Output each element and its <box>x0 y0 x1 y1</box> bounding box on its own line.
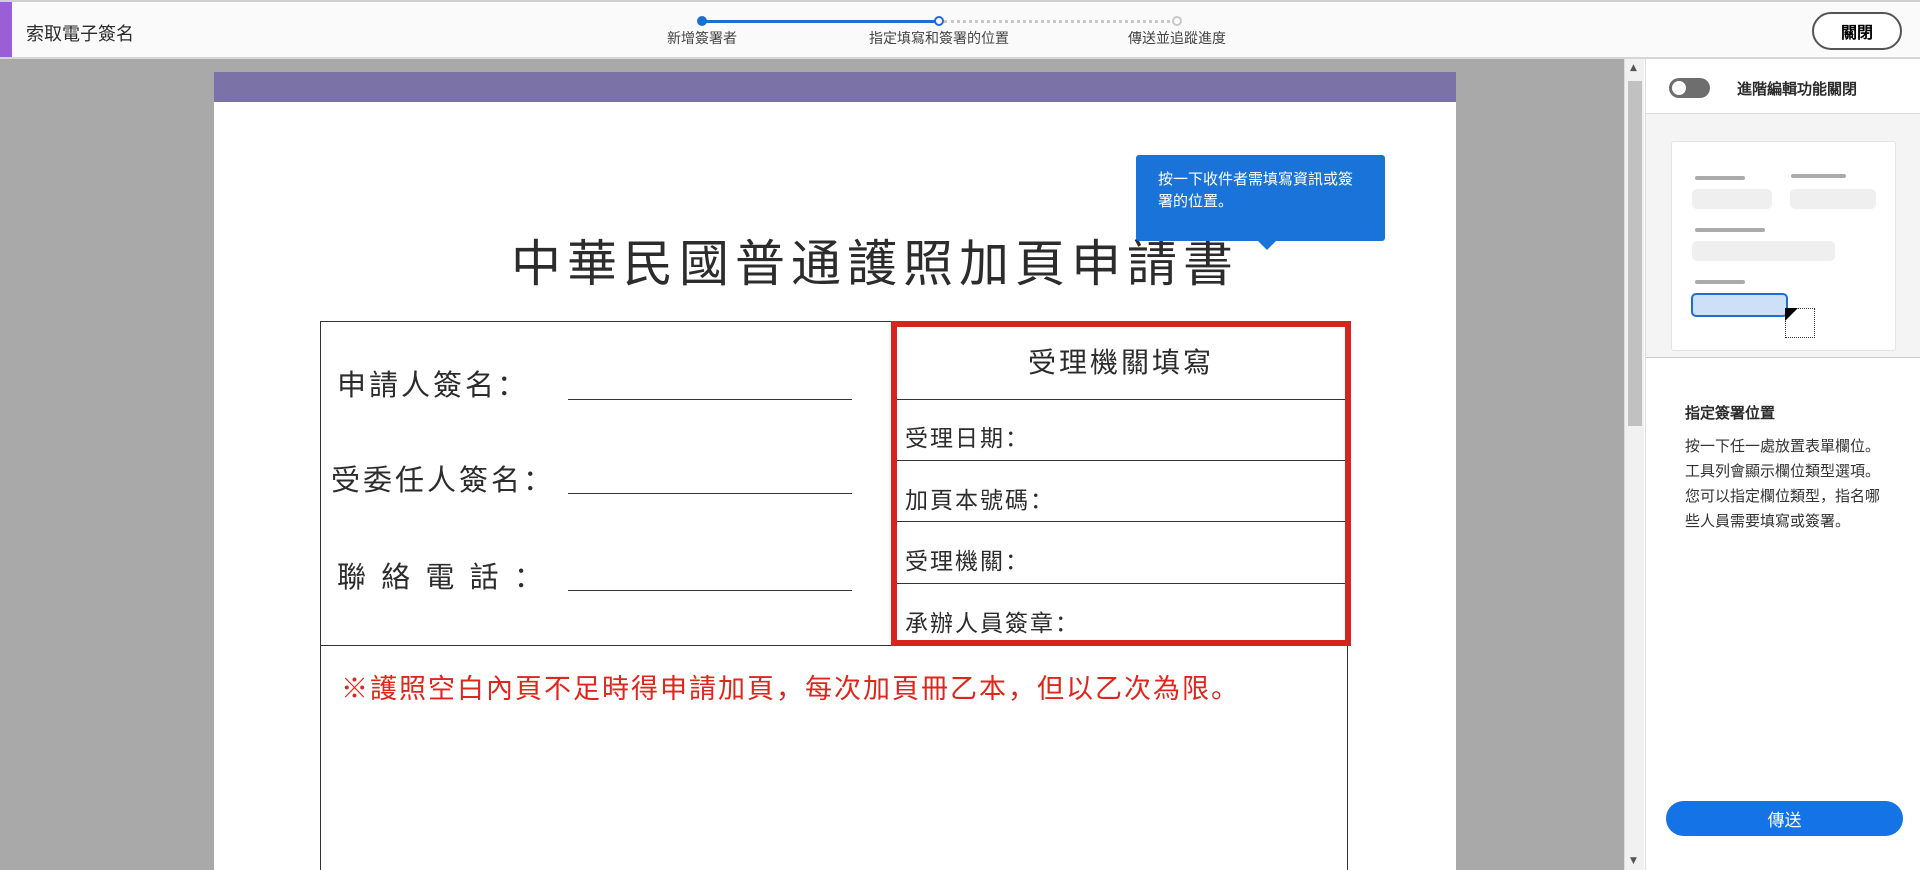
row-divider <box>897 583 1345 584</box>
top-bar: 索取電子簽名 新增簽署者 指定填寫和簽署的位置 傳送並追蹤進度 關閉 <box>0 0 1920 59</box>
step-label-place-fields[interactable]: 指定填寫和簽署的位置 <box>869 28 1009 48</box>
step-dot-1 <box>697 16 707 26</box>
accent-bar <box>0 2 12 57</box>
page-header-band <box>214 72 1456 102</box>
close-button[interactable]: 關閉 <box>1812 12 1902 50</box>
scroll-up-icon[interactable]: ▲ <box>1630 63 1637 73</box>
section-description: 按一下任一處放置表單欄位。工具列會顯示欄位類型選項。您可以指定欄位類型，指名哪些… <box>1685 437 1881 530</box>
office-row-agency: 受理機關： <box>905 549 1030 575</box>
illustration <box>1646 113 1920 358</box>
row-divider <box>897 521 1345 522</box>
office-row-officer: 承辦人員簽章： <box>905 611 1080 637</box>
placement-tooltip: 按一下收件者需填寫資訊或簽署的位置。 <box>1136 155 1385 250</box>
row-divider <box>897 460 1345 461</box>
phone-line[interactable] <box>568 590 852 591</box>
office-row-number: 加頁本號碼： <box>905 488 1055 514</box>
stepper-progress-pending <box>944 20 1177 23</box>
step-label-add-signers[interactable]: 新增簽署者 <box>667 28 737 48</box>
scroll-down-icon[interactable]: ▼ <box>1630 856 1637 866</box>
scrollbar-thumb[interactable] <box>1628 81 1642 426</box>
office-row-date: 受理日期： <box>905 426 1030 452</box>
send-button[interactable]: 傳送 <box>1666 801 1903 836</box>
step-dot-3 <box>1172 16 1182 26</box>
phone-label: 聯 絡 電 話 ： <box>337 560 546 594</box>
office-use-header: 受理機關填寫 <box>1027 346 1214 379</box>
form-illustration-icon <box>1671 141 1896 351</box>
advanced-edit-label: 進階編輯功能關閉 <box>1737 80 1858 98</box>
office-use-section-highlight[interactable]: 受理機關填寫 受理日期： 加頁本號碼： 受理機關： 承辦人員簽章： <box>891 321 1351 646</box>
advanced-edit-toggle[interactable] <box>1669 78 1710 98</box>
step-dot-2 <box>934 16 944 26</box>
applicant-signature-line[interactable] <box>568 399 852 400</box>
stepper-progress-done <box>702 20 939 23</box>
agent-signature-line[interactable] <box>568 493 852 494</box>
passport-note: ※護照空白內頁不足時得申請加頁，每次加頁冊乙本，但以乙次為限。 <box>341 674 1240 705</box>
applicant-signature-label: 申請人簽名： <box>337 368 530 402</box>
vertical-scrollbar[interactable]: ▲ ▼ <box>1624 59 1644 870</box>
row-divider <box>897 399 1345 400</box>
right-panel: 進階編輯功能關閉 指定簽署位置 按一下任一處放置表單欄位。工具列會顯示欄位類型選… <box>1645 59 1920 870</box>
step-label-send-track[interactable]: 傳送並追蹤進度 <box>1128 28 1226 48</box>
section-title: 指定簽署位置 <box>1685 404 1776 422</box>
agent-signature-label: 受委任人簽名： <box>331 463 556 497</box>
app-title: 索取電子簽名 <box>26 24 134 45</box>
